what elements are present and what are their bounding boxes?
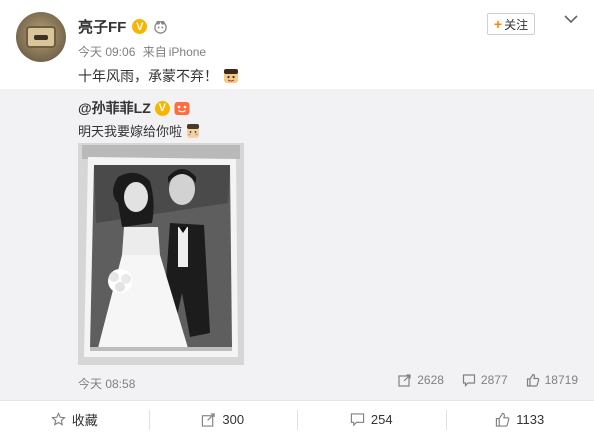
comment-icon (350, 413, 365, 427)
repost-stats: 2628 2877 18719 (398, 373, 578, 387)
repost-box: @孙菲菲LZ V 明天我要嫁给你啦 今天 08:58 2628 2877 187… (0, 89, 594, 400)
favorite-label: 收藏 (71, 413, 98, 428)
thumbs-up-icon (526, 373, 539, 387)
forward-button[interactable]: 300 (148, 401, 298, 438)
chevron-down-icon[interactable] (562, 10, 580, 28)
favorite-button[interactable]: 收藏 (0, 401, 149, 438)
avatar[interactable] (16, 12, 66, 62)
vip-icon[interactable] (174, 101, 190, 116)
verified-badge-icon[interactable]: V (132, 19, 148, 34)
star-icon (50, 412, 66, 426)
repost-author-name[interactable]: @孙菲菲LZ (78, 98, 151, 118)
post-meta: 今天 09:06 来自 iPhone (78, 43, 206, 60)
repost-like-count: 18719 (544, 373, 578, 387)
author-row: 亮子FF V (78, 16, 168, 37)
action-bar: 收藏 300 254 1133 (0, 400, 594, 438)
follow-button[interactable]: + 关注 (487, 13, 535, 35)
repost-forward-count: 2628 (417, 373, 444, 387)
repost-comment-stat[interactable]: 2877 (462, 373, 508, 387)
avatar-detail (34, 35, 48, 40)
plus-icon: + (493, 16, 503, 32)
like-count: 1133 (516, 412, 545, 427)
emoji-blush-icon (187, 123, 200, 138)
forward-icon (398, 374, 411, 387)
wedding-photo[interactable] (78, 143, 244, 365)
source-prefix: 来自 (142, 45, 167, 59)
thumbs-up-icon (496, 412, 510, 427)
like-button[interactable]: 1133 (445, 401, 594, 438)
post-source[interactable]: iPhone (169, 45, 206, 59)
repost-author-row: @孙菲菲LZ V (78, 98, 190, 118)
repost-text-row: 明天我要嫁给你啦 (78, 121, 200, 140)
repost-time[interactable]: 今天 08:58 (78, 375, 135, 392)
comment-count: 254 (370, 412, 393, 427)
repost-comment-count: 2877 (480, 373, 508, 387)
repost-like-stat[interactable]: 18719 (526, 373, 578, 387)
repost-forward-stat[interactable]: 2628 (398, 373, 444, 387)
forward-icon (202, 413, 216, 427)
comment-button[interactable]: 254 (297, 401, 446, 438)
follow-label: 关注 (504, 17, 529, 32)
post-text: 十年风雨，承蒙不弃！ (78, 68, 218, 84)
wedding-photo-image (78, 143, 244, 365)
post-time[interactable]: 今天 09:06 (78, 45, 135, 59)
emoji-face-icon (224, 69, 238, 83)
post-text-row: 十年风雨，承蒙不弃！ (78, 66, 240, 86)
member-icon[interactable] (153, 19, 168, 34)
author-name[interactable]: 亮子FF (78, 16, 126, 37)
forward-count: 300 (222, 412, 245, 427)
verified-badge-icon[interactable]: V (154, 100, 170, 116)
repost-text: 明天我要嫁给你啦 (78, 124, 183, 139)
comment-icon (462, 374, 476, 387)
weibo-post-card: 亮子FF V 今天 09:06 来自 iPhone 十年风雨，承蒙不弃！ + 关注 (0, 0, 594, 438)
